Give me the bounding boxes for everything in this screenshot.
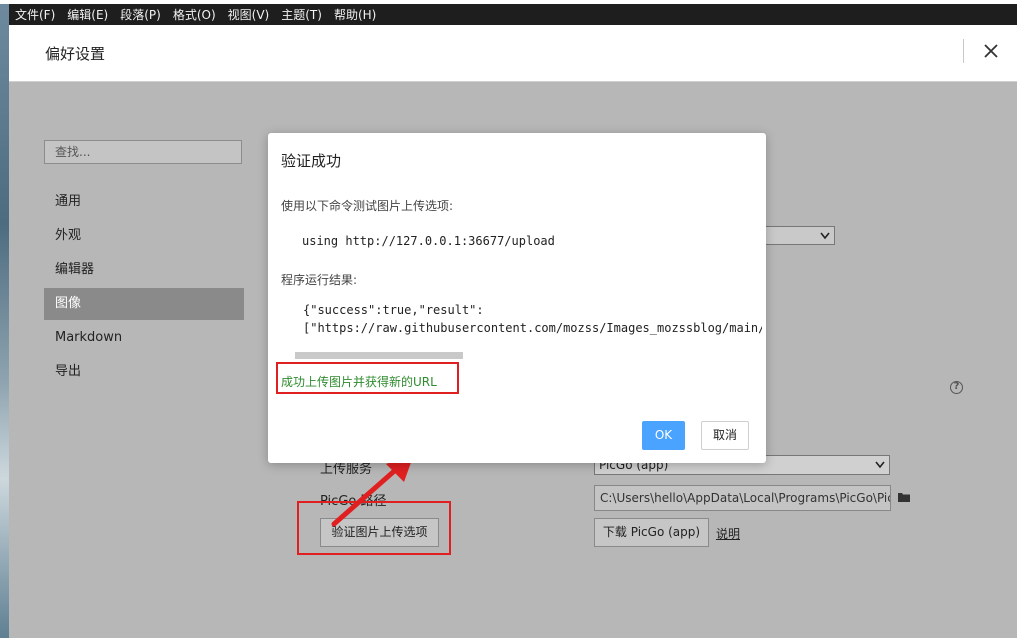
menu-view[interactable]: 视图(V) <box>222 6 276 23</box>
download-picgo-button[interactable]: 下载 PicGo (app) <box>594 518 709 547</box>
folder-icon[interactable] <box>898 492 910 502</box>
dialog-result-output[interactable]: {"success":true,"result": ["https://raw.… <box>292 301 762 359</box>
verify-success-dialog: 验证成功 使用以下命令测试图片上传选项: using http://127.0.… <box>268 133 766 463</box>
dialog-result-label: 程序运行结果: <box>281 273 358 287</box>
close-icon <box>984 44 998 58</box>
desktop-wallpaper <box>0 0 9 638</box>
ok-button[interactable]: OK <box>642 421 685 450</box>
menu-format[interactable]: 格式(O) <box>167 6 222 23</box>
preferences-header: 偏好设置 <box>9 25 1017 82</box>
picgo-path-input[interactable]: C:\Users\hello\AppData\Local\Programs\Pi… <box>594 485 891 511</box>
result-horizontal-scrollbar[interactable] <box>295 352 463 359</box>
help-icon[interactable]: ? <box>950 381 963 394</box>
menu-help[interactable]: 帮助(H) <box>328 6 382 23</box>
image-insert-select[interactable] <box>760 226 835 245</box>
menubar: 文件(F) 编辑(E) 段落(P) 格式(O) 视图(V) 主题(T) 帮助(H… <box>9 4 1017 25</box>
result-line: {"success":true,"result": <box>303 303 484 317</box>
chevron-down-icon <box>875 461 885 469</box>
nav-item-general[interactable]: 通用 <box>44 186 244 218</box>
cancel-button[interactable]: 取消 <box>701 421 749 450</box>
menu-theme[interactable]: 主题(T) <box>275 6 328 23</box>
nav-item-image[interactable]: 图像 <box>44 288 244 320</box>
preferences-title: 偏好设置 <box>45 45 106 63</box>
header-divider <box>963 39 964 63</box>
annotation-arrow <box>331 454 414 527</box>
annotation-box-success-message <box>276 362 459 394</box>
dialog-command: using http://127.0.0.1:36677/upload <box>302 234 555 248</box>
nav-item-editor[interactable]: 编辑器 <box>44 254 244 286</box>
preferences-search-input[interactable] <box>44 140 242 164</box>
dialog-title: 验证成功 <box>281 152 342 170</box>
close-button[interactable] <box>979 39 1003 63</box>
dialog-description: 使用以下命令测试图片上传选项: <box>281 199 454 213</box>
menu-edit[interactable]: 编辑(E) <box>61 6 114 23</box>
preferences-nav: 通用 外观 编辑器 图像 Markdown 导出 <box>44 186 244 390</box>
chevron-down-icon <box>820 232 830 240</box>
result-line: ["https://raw.githubusercontent.com/mozs… <box>303 321 762 335</box>
nav-item-export[interactable]: 导出 <box>44 356 244 388</box>
menu-paragraph[interactable]: 段落(P) <box>114 6 167 23</box>
nav-item-markdown[interactable]: Markdown <box>44 322 244 354</box>
menu-file[interactable]: 文件(F) <box>9 6 61 23</box>
nav-item-appearance[interactable]: 外观 <box>44 220 244 252</box>
explain-link[interactable]: 说明 <box>716 525 740 542</box>
